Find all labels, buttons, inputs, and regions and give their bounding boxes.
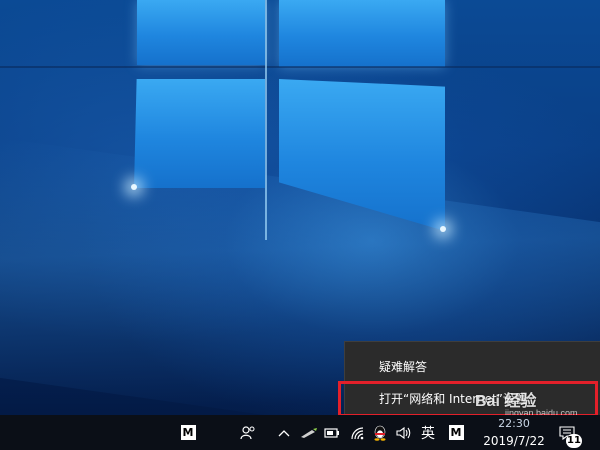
qq-button[interactable] [370, 415, 390, 450]
menu-item-troubleshoot[interactable]: 疑难解答 [345, 353, 600, 381]
pen-icon [301, 427, 317, 438]
ime-m-icon: M [448, 425, 464, 440]
input-language-button[interactable]: 英 [418, 415, 438, 450]
battery-icon [324, 427, 339, 438]
volume-button[interactable] [394, 415, 414, 450]
window-pane-top-right [279, 0, 445, 67]
window-frame-horizontal [0, 66, 600, 68]
window-pane-top-left [137, 0, 265, 65]
show-hidden-icons-button[interactable] [276, 415, 292, 450]
speaker-icon [396, 426, 411, 439]
clock-date: 2019/7/22 [483, 434, 545, 448]
taskbar-app-button[interactable]: M [180, 415, 196, 450]
taskbar-clock[interactable]: 22:30 2019/7/22 [474, 415, 554, 450]
window-pane-bottom-left [134, 79, 265, 188]
window-frame-vertical [265, 0, 267, 240]
ime-button[interactable]: M [448, 415, 464, 450]
wifi-icon [351, 426, 364, 439]
wifi-button[interactable] [348, 415, 368, 450]
tray-pen-button[interactable] [298, 415, 320, 450]
battery-button[interactable] [322, 415, 342, 450]
chevron-up-icon [278, 429, 290, 436]
people-button[interactable] [238, 415, 258, 450]
app-m-icon: M [180, 425, 196, 440]
people-icon [240, 425, 255, 439]
light-glow-left [131, 184, 137, 190]
clock-time: 22:30 [498, 417, 530, 430]
notification-count-badge: 11 [566, 434, 582, 448]
qq-penguin-icon [374, 425, 386, 441]
light-glow-right [440, 226, 446, 232]
